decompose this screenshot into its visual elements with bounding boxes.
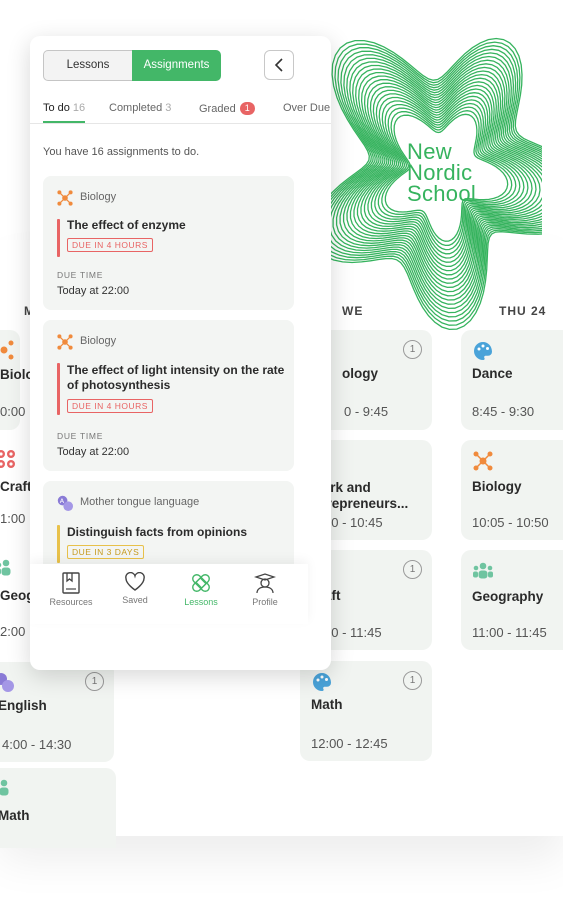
cal-time: 0:00 — [0, 404, 26, 419]
cal-card-biology-thu[interactable]: Biology 10:05 - 10:50 — [461, 440, 563, 540]
nav-label: Saved — [122, 595, 148, 605]
tab-label: Completed — [109, 102, 163, 114]
tab-over-due[interactable]: Over Due — [283, 102, 330, 114]
nav-profile[interactable]: Profile — [233, 572, 297, 607]
assignments-panel: Lessons Assignments To do 16 Completed 3 G… — [30, 36, 331, 670]
cal-title: Math — [311, 697, 343, 712]
cal-card-math-mon[interactable]: Math — [0, 768, 116, 848]
due-time-label: DUE TIME — [57, 431, 104, 441]
biology-icon — [57, 334, 73, 350]
subject-label: Biology — [80, 191, 117, 203]
segment-assignments[interactable]: Assignments — [132, 50, 221, 81]
tab-to-do[interactable]: To do 16 — [43, 102, 85, 114]
cal-time: 00 - 11:45 — [324, 625, 382, 640]
tab-count: 16 — [72, 102, 86, 114]
cal-title: ork and trepreneurs... — [322, 480, 409, 511]
biology-icon — [57, 190, 73, 206]
segment-lessons[interactable]: Lessons — [43, 50, 132, 81]
due-time-value: Today at 22:00 — [57, 446, 130, 458]
cal-title: Dance — [472, 366, 513, 381]
palette-icon — [474, 342, 492, 360]
notification-badge: 1 — [403, 560, 422, 579]
cal-card-dance[interactable]: Dance 8:45 - 9:30 — [461, 330, 563, 430]
due-time-value: Today at 22:00 — [57, 285, 130, 297]
cal-title: Math — [0, 808, 30, 823]
cal-time: 11:00 - 11:45 — [472, 625, 547, 640]
subject-label: Mother tongue language — [80, 496, 200, 508]
assignment-card[interactable]: Biology The effect of enzyme DUE IN 4 HO… — [43, 176, 294, 310]
molecule-icon — [0, 340, 14, 360]
priority-bar — [57, 219, 60, 257]
tab-count: 3 — [165, 102, 172, 114]
assignment-title: The effect of enzyme — [67, 218, 186, 232]
chevron-left-icon — [274, 58, 283, 72]
tabs-divider — [30, 123, 331, 124]
palette-icon — [313, 673, 331, 691]
cal-card-english[interactable]: 1 English 4:00 - 14:30 — [0, 662, 114, 762]
tab-completed[interactable]: Completed 3 — [109, 102, 171, 114]
cal-title: ology — [342, 366, 378, 381]
graduate-icon — [254, 573, 276, 594]
tab-label: Graded — [199, 103, 236, 115]
cal-time: 10:05 - 10:50 — [472, 515, 549, 530]
assignment-title: The effect of light intensity on the rat… — [67, 363, 285, 392]
cal-time: 8:45 - 9:30 — [472, 404, 535, 419]
tab-label: To do — [43, 102, 70, 114]
tab-label: Over Due — [283, 102, 331, 114]
people-icon — [473, 562, 493, 579]
notification-badge: 1 — [85, 672, 104, 691]
language-icon — [0, 673, 14, 692]
subject-label: Biology — [80, 335, 117, 347]
logo-text-school: School — [407, 181, 477, 206]
people-icon — [0, 559, 11, 576]
assignment-title: Distinguish facts from opinions — [67, 525, 248, 539]
notification-badge: 1 — [403, 340, 422, 359]
nav-label: Lessons — [184, 597, 218, 607]
tab-graded[interactable]: Graded 1 — [199, 102, 255, 115]
assignment-card[interactable]: Biology The effect of light intensity on… — [43, 320, 294, 471]
notification-badge: 1 — [403, 671, 422, 690]
cal-time: 1:00 — [0, 511, 26, 526]
book-icon — [62, 572, 80, 594]
back-button[interactable] — [264, 50, 294, 80]
craft-icon — [0, 450, 15, 468]
due-badge: DUE IN 3 DAYS — [67, 545, 145, 559]
nav-label: Resources — [49, 597, 93, 607]
cal-title: Biolo — [0, 367, 34, 382]
cal-time: 4:00 - 14:30 — [2, 737, 72, 752]
priority-bar — [57, 525, 60, 563]
cal-title: Craft — [0, 479, 32, 494]
cal-title: Geography — [472, 589, 544, 604]
cal-card-geography[interactable]: Geography 11:00 - 11:45 — [461, 550, 563, 650]
heart-icon — [125, 572, 145, 591]
priority-bar — [57, 363, 60, 415]
due-badge: DUE IN 4 HOURS — [67, 399, 153, 413]
nav-saved[interactable]: Saved — [103, 572, 167, 605]
people-icon — [0, 779, 9, 796]
cal-time: 00 - 10:45 — [324, 515, 383, 530]
cal-time: 0 - 9:45 — [344, 404, 389, 419]
nav-label: Profile — [252, 597, 278, 607]
cal-time: 2:00 — [0, 624, 26, 639]
assignments-summary: You have 16 assignments to do. — [43, 146, 200, 158]
cal-title: English — [0, 698, 47, 713]
nav-resources[interactable]: Resources — [39, 572, 103, 607]
screenshot-stage: M WE THU 24 Biolo 0:00 Craft 1:00 Geog 2… — [0, 0, 563, 904]
bottom-navigation: Resources Saved Lessons Profile — [30, 564, 308, 624]
molecule-icon — [473, 451, 493, 471]
language-icon: A — [57, 495, 73, 511]
cal-time: 12:00 - 12:45 — [311, 736, 388, 751]
cal-card-math-wed[interactable]: 1 Math 12:00 - 12:45 — [300, 661, 432, 761]
svg-text:A: A — [60, 497, 65, 505]
due-time-label: DUE TIME — [57, 270, 104, 280]
graded-count-badge: 1 — [239, 102, 255, 115]
bandage-icon — [192, 574, 210, 592]
due-badge: DUE IN 4 HOURS — [67, 238, 153, 252]
cal-title: Biology — [472, 479, 522, 494]
nav-lessons[interactable]: Lessons — [169, 572, 233, 607]
